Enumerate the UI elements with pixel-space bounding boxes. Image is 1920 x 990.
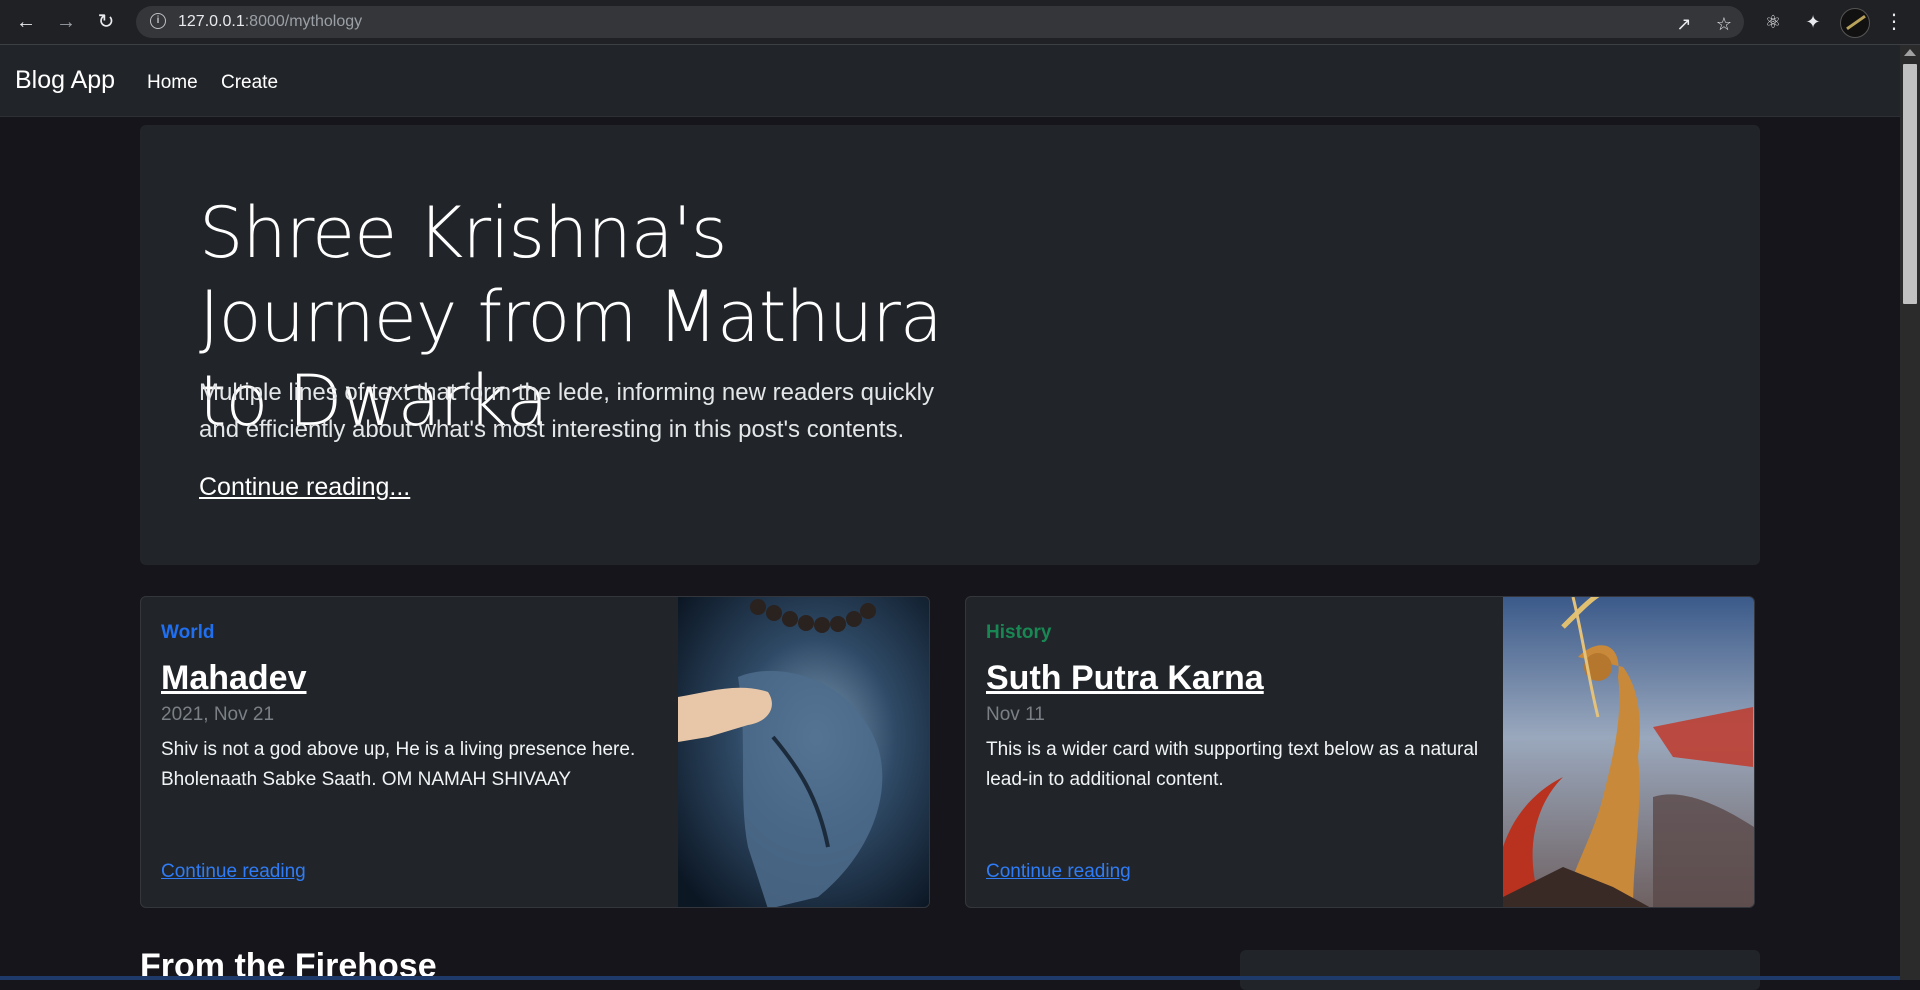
- bookmark-star-icon[interactable]: ☆: [1714, 14, 1734, 34]
- scroll-up-icon[interactable]: [1904, 49, 1916, 56]
- back-icon[interactable]: ←: [12, 8, 40, 36]
- sidebar-panel: [1240, 950, 1760, 990]
- card-category: History: [986, 622, 1052, 643]
- scroll-thumb[interactable]: [1903, 64, 1917, 304]
- profile-avatar[interactable]: [1840, 8, 1870, 38]
- url-text[interactable]: 127.0.0.1:8000/mythology: [178, 13, 362, 31]
- page-scrollbar[interactable]: [1900, 45, 1920, 980]
- section-heading: From the Firehose: [140, 947, 437, 985]
- card-date: Nov 11: [986, 704, 1045, 725]
- nav-link-create[interactable]: Create: [221, 72, 278, 94]
- react-devtools-icon[interactable]: ⚛: [1762, 11, 1784, 33]
- card-date: 2021, Nov 21: [161, 704, 275, 725]
- card-title[interactable]: Suth Putra Karna: [986, 659, 1264, 698]
- url-path: :8000/mythology: [244, 13, 363, 30]
- card-category: World: [161, 622, 215, 643]
- post-card-mahadev: World Mahadev 2021, Nov 21 Shiv is not a…: [140, 596, 930, 908]
- brand-link[interactable]: Blog App: [15, 66, 115, 95]
- site-navbar: Blog App Home Create: [0, 45, 1900, 117]
- card-thumbnail-image: [678, 597, 929, 907]
- card-text: Shiv is not a god above up, He is a livi…: [161, 739, 636, 790]
- bottom-edge: [0, 976, 1900, 980]
- card-title[interactable]: Mahadev: [161, 659, 307, 698]
- share-icon[interactable]: ↗: [1674, 14, 1694, 34]
- hero-lede: Multiple lines of text that form the led…: [199, 379, 935, 443]
- extensions-puzzle-icon[interactable]: ✦: [1802, 11, 1824, 33]
- card-thumbnail-image: [1503, 597, 1754, 907]
- hero-continue-reading-link[interactable]: Continue reading...: [199, 473, 410, 502]
- address-bar[interactable]: i 127.0.0.1:8000/mythology ↗ ☆: [136, 6, 1744, 38]
- reload-icon[interactable]: ↻: [92, 8, 120, 36]
- card-text: This is a wider card with supporting tex…: [986, 739, 1479, 790]
- menu-kebab-icon[interactable]: ⋮: [1884, 8, 1904, 36]
- post-card-karna: History Suth Putra Karna Nov 11 This is …: [965, 596, 1755, 908]
- site-info-icon[interactable]: i: [150, 13, 166, 29]
- nav-link-home[interactable]: Home: [147, 72, 198, 94]
- card-continue-reading-link[interactable]: Continue reading: [161, 861, 306, 883]
- card-continue-reading-link[interactable]: Continue reading: [986, 861, 1131, 883]
- forward-icon[interactable]: →: [52, 8, 80, 36]
- browser-toolbar: ← → ↻ i 127.0.0.1:8000/mythology ↗ ☆ ⚛ ✦…: [0, 0, 1920, 45]
- url-host: 127.0.0.1: [178, 13, 245, 30]
- featured-post-hero: Shree Krishna's Journey from Mathura to …: [140, 125, 1760, 565]
